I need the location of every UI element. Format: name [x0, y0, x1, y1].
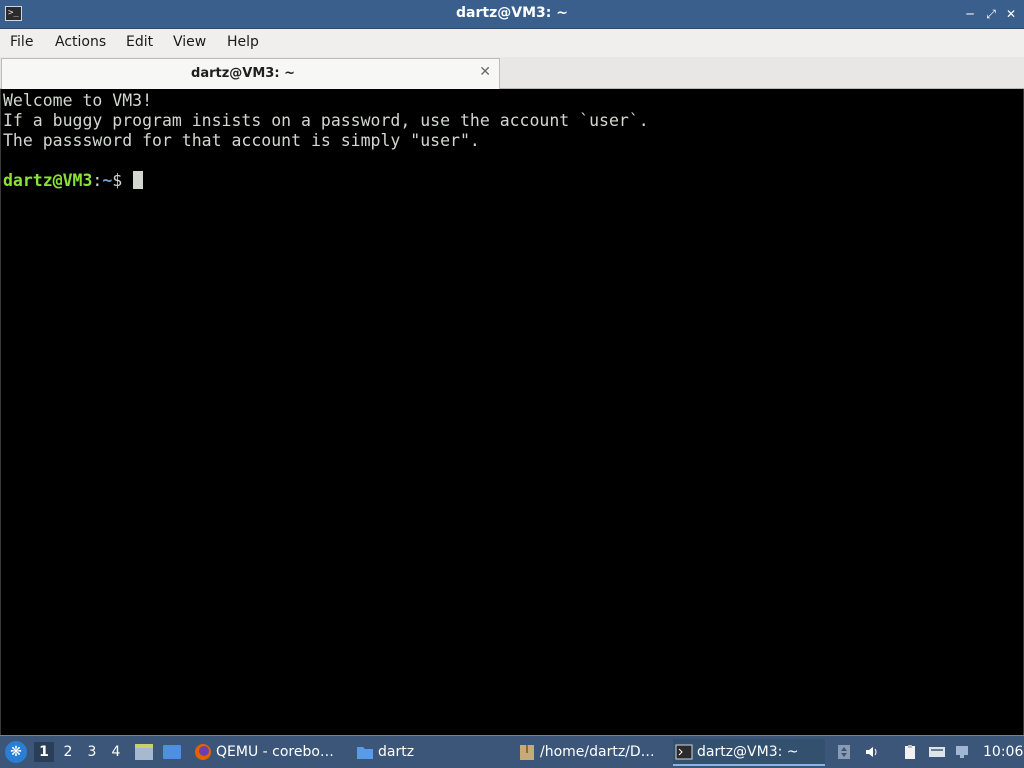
- menu-edit[interactable]: Edit: [126, 34, 153, 50]
- tab-close-icon[interactable]: ✕: [479, 64, 491, 80]
- volume-icon[interactable]: [864, 744, 880, 760]
- file-manager-launcher-icon[interactable]: [134, 743, 154, 761]
- task-qemu[interactable]: QEMU - corebo…: [192, 739, 344, 766]
- folder-icon: [356, 743, 374, 761]
- window-title: dartz@VM3: ~: [456, 5, 568, 21]
- menu-file[interactable]: File: [10, 34, 33, 50]
- menu-help[interactable]: Help: [227, 34, 259, 50]
- terminal-output[interactable]: Welcome to VM3! If a buggy program insis…: [0, 89, 1024, 735]
- task-archive[interactable]: /home/dartz/D…: [516, 739, 664, 766]
- window-titlebar[interactable]: >_ dartz@VM3: ~ ─ ⤢ ✕: [0, 0, 1024, 29]
- firefox-icon: [194, 743, 212, 761]
- task-label: QEMU - corebo…: [216, 744, 334, 760]
- terminal-line: Welcome to VM3!: [3, 91, 153, 110]
- task-label: dartz@VM3: ~: [697, 744, 799, 760]
- keyboard-icon[interactable]: [928, 744, 945, 760]
- desktop-switch-3[interactable]: 3: [82, 742, 102, 762]
- menu-actions[interactable]: Actions: [55, 34, 106, 50]
- task-terminal[interactable]: dartz@VM3: ~: [673, 739, 825, 766]
- prompt-user-host: dartz@VM3: [3, 171, 93, 190]
- menu-view[interactable]: View: [173, 34, 206, 50]
- minimize-icon[interactable]: ─: [962, 6, 978, 22]
- terminal-icon: [675, 743, 693, 761]
- terminal-prompt[interactable]: dartz@VM3:~$: [3, 171, 1021, 191]
- show-desktop-icon[interactable]: [162, 743, 182, 761]
- terminal-line: If a buggy program insists on a password…: [3, 111, 649, 130]
- terminal-line: The passsword for that account is simply…: [3, 131, 480, 150]
- clipboard-icon[interactable]: [902, 744, 918, 760]
- desktop-switch-2[interactable]: 2: [58, 742, 78, 762]
- prompt-path: ~: [102, 171, 113, 190]
- close-icon[interactable]: ✕: [1003, 6, 1019, 22]
- maximize-icon[interactable]: ⤢: [983, 6, 999, 22]
- menu-bar: File Actions Edit View Help: [0, 29, 1024, 57]
- network-icon[interactable]: [954, 744, 970, 760]
- start-menu-icon[interactable]: ❋: [5, 741, 27, 763]
- archive-icon: [518, 743, 536, 761]
- prompt-separator: :: [92, 171, 103, 190]
- tab-label: dartz@VM3: ~: [191, 66, 295, 81]
- scroll-arrows-icon[interactable]: [836, 744, 852, 760]
- prompt-symbol: $: [112, 171, 133, 190]
- task-dartz-folder[interactable]: dartz: [354, 739, 504, 766]
- desktop-switch-1[interactable]: 1: [34, 742, 54, 762]
- text-cursor: [133, 171, 144, 189]
- task-label: /home/dartz/D…: [540, 744, 655, 760]
- clock[interactable]: 10:06: [983, 744, 1023, 760]
- desktop-switch-4[interactable]: 4: [106, 742, 126, 762]
- tab-terminal[interactable]: dartz@VM3: ~ ✕: [1, 58, 500, 89]
- task-label: dartz: [378, 744, 415, 760]
- tab-bar: dartz@VM3: ~ ✕: [0, 57, 1024, 89]
- taskbar: ❋ 1 2 3 4 QEMU - corebo… dartz /home/dar…: [0, 735, 1024, 768]
